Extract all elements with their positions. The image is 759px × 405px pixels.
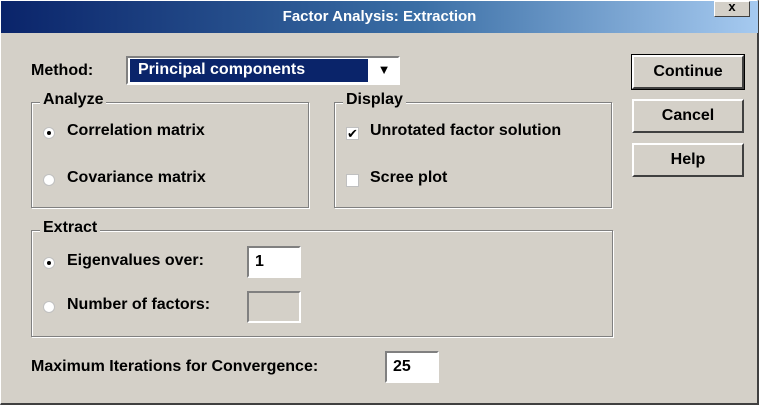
method-selected-value: Principal components <box>130 59 368 82</box>
close-button[interactable]: x <box>714 0 750 17</box>
eigenvalues-over-label[interactable]: Eigenvalues over: <box>67 252 204 270</box>
number-of-factors-radio[interactable] <box>43 301 55 313</box>
dialog-title: Factor Analysis: Extraction <box>282 8 477 25</box>
number-of-factors-input[interactable] <box>247 291 301 323</box>
display-legend: Display <box>343 91 406 109</box>
analyze-legend: Analyze <box>40 91 107 109</box>
eigenvalues-over-radio[interactable] <box>43 257 55 269</box>
extract-group: Extract <box>31 219 613 337</box>
number-of-factors-label[interactable]: Number of factors: <box>67 296 210 314</box>
method-dropdown[interactable]: Principal components ▼ <box>126 56 400 85</box>
analyze-group: Analyze <box>31 91 309 208</box>
covariance-matrix-radio[interactable] <box>43 174 55 186</box>
unrotated-solution-label[interactable]: Unrotated factor solution <box>370 122 561 140</box>
extract-legend: Extract <box>40 219 101 237</box>
unrotated-solution-checkbox[interactable]: ✔ <box>346 127 359 140</box>
continue-button[interactable]: Continue <box>631 54 745 90</box>
display-group: Display <box>334 91 612 208</box>
method-label: Method: <box>31 62 94 79</box>
scree-plot-checkbox[interactable] <box>346 174 359 187</box>
cancel-button[interactable]: Cancel <box>632 99 744 133</box>
covariance-matrix-label[interactable]: Covariance matrix <box>67 169 206 187</box>
scree-plot-label[interactable]: Scree plot <box>370 169 447 187</box>
correlation-matrix-label[interactable]: Correlation matrix <box>67 122 205 140</box>
correlation-matrix-radio[interactable] <box>43 127 55 139</box>
chevron-down-icon[interactable]: ▼ <box>372 59 396 82</box>
title-bar[interactable]: Factor Analysis: Extraction x <box>1 0 758 33</box>
max-iterations-label: Maximum Iterations for Convergence: <box>31 358 319 375</box>
help-button[interactable]: Help <box>632 143 744 177</box>
dialog-window: Factor Analysis: Extraction x Method: Pr… <box>0 0 759 405</box>
eigenvalues-input[interactable]: 1 <box>247 246 301 278</box>
max-iterations-input[interactable]: 25 <box>385 351 439 383</box>
